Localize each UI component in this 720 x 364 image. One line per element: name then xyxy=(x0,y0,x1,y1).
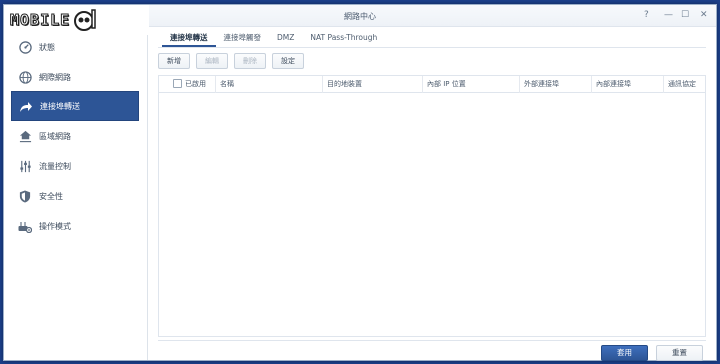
globe-icon xyxy=(18,70,32,84)
column-destination-device[interactable]: 目的地裝置 xyxy=(322,76,422,93)
site-watermark: MOBILE xyxy=(4,5,149,35)
column-name[interactable]: 名稱 xyxy=(215,76,322,93)
column-external-port[interactable]: 外部連接埠 xyxy=(519,76,591,93)
dashboard-icon xyxy=(18,40,32,54)
house-network-icon xyxy=(18,129,32,143)
sidebar-item-status[interactable]: 狀態 xyxy=(11,32,139,62)
sidebar-item-internet[interactable]: 網際網路 xyxy=(11,62,139,92)
maximize-button[interactable]: ☐ xyxy=(681,10,689,20)
apply-button[interactable]: 套用 xyxy=(601,345,648,361)
sidebar-item-label: 流量控制 xyxy=(39,161,71,171)
sidebar-item-label: 操作模式 xyxy=(39,221,71,231)
tab-divider xyxy=(158,47,706,48)
tab-nat-pass-through[interactable]: NAT Pass-Through xyxy=(302,31,385,47)
column-internal-port[interactable]: 內部連接埠 xyxy=(591,76,663,93)
sidebar-item-security[interactable]: 安全性 xyxy=(11,181,139,211)
tab-port-triggering[interactable]: 連接埠觸發 xyxy=(216,31,270,47)
share-arrow-icon xyxy=(19,99,33,113)
sidebar-item-label: 狀態 xyxy=(39,42,55,52)
add-button[interactable]: 新增 xyxy=(158,53,190,69)
sidebar-item-port-forwarding[interactable]: 連接埠轉送 xyxy=(11,91,139,121)
sidebar: 狀態 網際網路 連接埠轉送 區域網路 流量控制 安全性 操作模式 xyxy=(4,27,148,360)
watermark-logo-icon xyxy=(74,9,96,31)
reset-button[interactable]: 重置 xyxy=(656,345,703,361)
sidebar-item-label: 連接埠轉送 xyxy=(40,101,80,111)
port-forwarding-table: 已啟用 名稱 目的地裝置 內部 IP 位置 外部連接埠 內部連接埠 通訊協定 xyxy=(158,75,706,337)
tab-dmz[interactable]: DMZ xyxy=(269,31,302,47)
minimize-button[interactable]: — xyxy=(664,10,673,20)
table-header: 已啟用 名稱 目的地裝置 內部 IP 位置 外部連接埠 內部連接埠 通訊協定 xyxy=(159,76,705,93)
shield-icon xyxy=(18,189,32,203)
toolbar: 新增 編輯 刪除 設定 xyxy=(158,53,310,69)
help-button[interactable]: ? xyxy=(644,10,649,20)
select-all-checkbox[interactable] xyxy=(173,79,182,88)
footer-divider xyxy=(158,340,706,341)
column-enabled[interactable]: 已啟用 xyxy=(159,76,215,93)
edit-button[interactable]: 編輯 xyxy=(196,53,228,69)
column-internal-ip[interactable]: 內部 IP 位置 xyxy=(422,76,519,93)
close-button[interactable]: ✕ xyxy=(700,10,708,20)
tab-port-forwarding[interactable]: 連接埠轉送 xyxy=(162,31,216,47)
tab-bar: 連接埠轉送 連接埠觸發 DMZ NAT Pass-Through xyxy=(162,31,385,47)
sidebar-item-operation-mode[interactable]: 操作模式 xyxy=(11,211,139,241)
sidebar-item-label: 安全性 xyxy=(39,191,63,201)
watermark-text: MOBILE xyxy=(9,11,71,30)
main-panel: 連接埠轉送 連接埠觸發 DMZ NAT Pass-Through 新增 編輯 刪… xyxy=(148,27,716,361)
settings-button[interactable]: 設定 xyxy=(272,53,304,69)
sidebar-item-label: 網際網路 xyxy=(39,72,71,82)
sliders-icon xyxy=(18,159,32,173)
sidebar-item-label: 區域網路 xyxy=(39,131,71,141)
delete-button[interactable]: 刪除 xyxy=(234,53,266,69)
column-protocol[interactable]: 通訊協定 xyxy=(663,76,709,93)
router-gear-icon xyxy=(18,219,32,233)
network-center-window: 網路中心 ? — ☐ ✕ MOBILE 狀態 網際網路 連接埠轉送 區域網路 流… xyxy=(3,4,717,361)
sidebar-item-local-network[interactable]: 區域網路 xyxy=(11,121,139,151)
sidebar-item-traffic-control[interactable]: 流量控制 xyxy=(11,151,139,181)
